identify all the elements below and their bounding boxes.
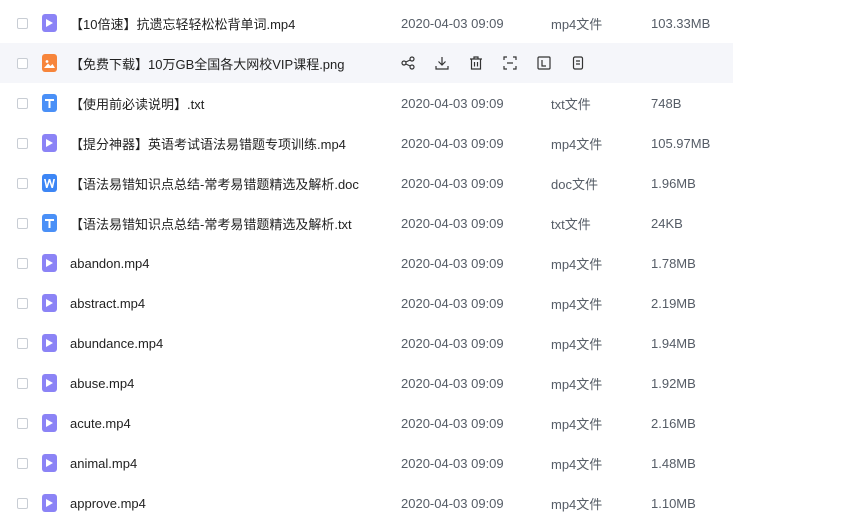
doc-file-icon <box>42 174 57 192</box>
file-size: 105.97MB <box>651 135 711 151</box>
video-file-icon <box>42 374 57 392</box>
video-file-icon <box>42 294 57 312</box>
file-size: 748B <box>651 95 682 111</box>
file-date: 2020-04-03 09:09 <box>401 215 504 231</box>
row-checkbox[interactable] <box>17 137 28 149</box>
txt-file-icon <box>42 214 57 232</box>
file-name[interactable]: acute.mp4 <box>70 416 131 431</box>
file-row[interactable]: 【语法易错知识点总结-常考易错题精选及解析.txt 2020-04-03 09:0… <box>0 203 733 243</box>
file-size: 2.19MB <box>651 295 696 311</box>
row-checkbox[interactable] <box>17 337 28 349</box>
video-file-icon <box>42 414 57 432</box>
file-type: mp4文件 <box>551 336 603 352</box>
more-icon[interactable] <box>570 55 586 71</box>
file-name[interactable]: 【免费下载】10万GB全国各大网校VIP课程.png <box>70 54 345 73</box>
file-date: 2020-04-03 09:09 <box>401 255 504 271</box>
file-row[interactable]: 【10倍速】抗遗忘轻轻松松背单词.mp4 2020-04-03 09:09 mp4文… <box>0 3 733 43</box>
txt-file-icon <box>42 94 57 112</box>
file-size: 1.94MB <box>651 335 696 351</box>
row-checkbox[interactable] <box>17 457 28 469</box>
file-date: 2020-04-03 09:09 <box>401 335 504 351</box>
file-date: 2020-04-03 09:09 <box>401 455 504 471</box>
video-file-icon <box>42 494 57 512</box>
file-size: 1.78MB <box>651 255 696 271</box>
row-checkbox[interactable] <box>17 257 28 269</box>
file-date: 2020-04-03 09:09 <box>401 95 504 111</box>
row-checkbox[interactable] <box>17 17 28 29</box>
file-name[interactable]: animal.mp4 <box>70 456 137 471</box>
file-row[interactable]: 【使用前必读说明】.txt 2020-04-03 09:09 txt文件 748B <box>0 83 733 123</box>
row-checkbox[interactable] <box>17 297 28 309</box>
file-date: 2020-04-03 09:09 <box>401 495 504 511</box>
file-name[interactable]: 【提分神器】英语考试语法易错题专项训练.mp4 <box>70 134 346 153</box>
video-file-icon <box>42 14 57 32</box>
file-size: 1.48MB <box>651 455 696 471</box>
scan-icon[interactable] <box>502 55 518 71</box>
file-row[interactable]: animal.mp4 2020-04-03 09:09 mp4文件 1.48MB <box>0 443 733 483</box>
row-checkbox[interactable] <box>17 497 28 509</box>
file-date: 2020-04-03 09:09 <box>401 175 504 191</box>
file-type: mp4文件 <box>551 416 603 432</box>
file-row[interactable]: 【语法易错知识点总结-常考易错题精选及解析.doc 2020-04-03 09:0… <box>0 163 733 203</box>
delete-icon[interactable] <box>468 55 484 71</box>
file-size: 1.96MB <box>651 175 696 191</box>
row-checkbox[interactable] <box>17 417 28 429</box>
row-checkbox[interactable] <box>17 377 28 389</box>
video-file-icon <box>42 454 57 472</box>
file-name[interactable]: 【10倍速】抗遗忘轻轻松松背单词.mp4 <box>70 14 295 33</box>
file-row[interactable]: 【免费下载】10万GB全国各大网校VIP课程.png <box>0 43 733 83</box>
file-date: 2020-04-03 09:09 <box>401 375 504 391</box>
download-icon[interactable] <box>434 55 450 71</box>
file-type: mp4文件 <box>551 456 603 472</box>
file-type: mp4文件 <box>551 296 603 312</box>
video-file-icon <box>42 254 57 272</box>
file-date: 2020-04-03 09:09 <box>401 135 504 151</box>
file-row[interactable]: acute.mp4 2020-04-03 09:09 mp4文件 2.16MB <box>0 403 733 443</box>
text-extract-icon[interactable] <box>536 55 552 71</box>
file-type: mp4文件 <box>551 496 603 512</box>
file-name[interactable]: abstract.mp4 <box>70 296 145 311</box>
file-size: 103.33MB <box>651 15 711 31</box>
file-size: 1.10MB <box>651 495 696 511</box>
share-icon[interactable] <box>400 55 416 71</box>
file-row[interactable]: abundance.mp4 2020-04-03 09:09 mp4文件 1.94MB <box>0 323 733 363</box>
file-size: 24KB <box>651 215 683 231</box>
file-type: txt文件 <box>551 216 591 232</box>
file-name[interactable]: abuse.mp4 <box>70 376 134 391</box>
file-name[interactable]: 【使用前必读说明】.txt <box>70 94 204 113</box>
file-type: mp4文件 <box>551 376 603 392</box>
file-type: txt文件 <box>551 96 591 112</box>
file-name[interactable]: abandon.mp4 <box>70 256 150 271</box>
file-date: 2020-04-03 09:09 <box>401 295 504 311</box>
file-size: 1.92MB <box>651 375 696 391</box>
file-name[interactable]: approve.mp4 <box>70 496 146 511</box>
file-date: 2020-04-03 09:09 <box>401 15 504 31</box>
video-file-icon <box>42 334 57 352</box>
file-row[interactable]: approve.mp4 2020-04-03 09:09 mp4文件 1.10MB <box>0 483 733 523</box>
file-row[interactable]: 【提分神器】英语考试语法易错题专项训练.mp4 2020-04-03 09:09 m… <box>0 123 733 163</box>
image-file-icon <box>42 54 57 72</box>
file-name[interactable]: 【语法易错知识点总结-常考易错题精选及解析.txt <box>70 214 352 233</box>
file-date: 2020-04-03 09:09 <box>401 415 504 431</box>
file-row[interactable]: abandon.mp4 2020-04-03 09:09 mp4文件 1.78MB <box>0 243 733 283</box>
file-size: 2.16MB <box>651 415 696 431</box>
file-row[interactable]: abuse.mp4 2020-04-03 09:09 mp4文件 1.92MB <box>0 363 733 403</box>
file-name[interactable]: 【语法易错知识点总结-常考易错题精选及解析.doc <box>70 174 359 193</box>
video-file-icon <box>42 134 57 152</box>
file-type: doc文件 <box>551 176 598 192</box>
row-checkbox[interactable] <box>17 57 28 69</box>
file-type: mp4文件 <box>551 256 603 272</box>
row-checkbox[interactable] <box>17 217 28 229</box>
row-checkbox[interactable] <box>17 97 28 109</box>
file-type: mp4文件 <box>551 136 603 152</box>
row-checkbox[interactable] <box>17 177 28 189</box>
row-actions <box>400 55 604 71</box>
file-type: mp4文件 <box>551 16 603 32</box>
file-row[interactable]: abstract.mp4 2020-04-03 09:09 mp4文件 2.19MB <box>0 283 733 323</box>
file-name[interactable]: abundance.mp4 <box>70 336 163 351</box>
file-list: 【10倍速】抗遗忘轻轻松松背单词.mp4 2020-04-03 09:09 mp4文… <box>0 0 841 521</box>
